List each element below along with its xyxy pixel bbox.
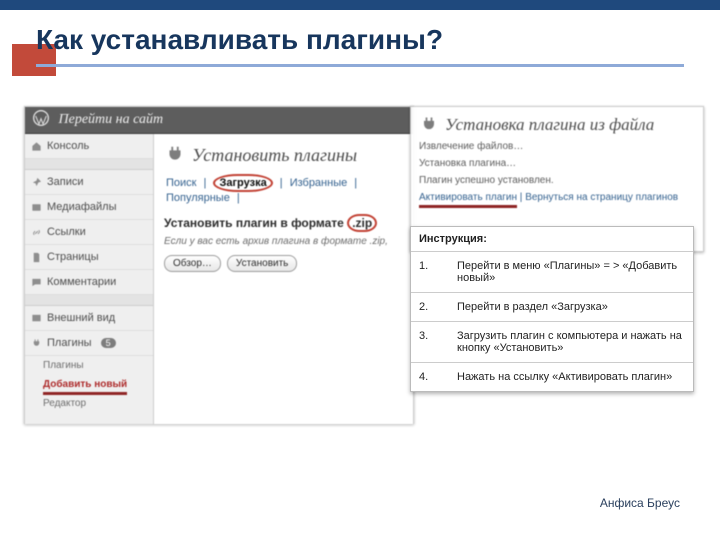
sidebar-label: Страницы: [47, 251, 99, 263]
subhead-text: Установить плагин в формате: [164, 216, 344, 230]
sidebar-item-media[interactable]: Медиафайлы: [25, 195, 153, 220]
instruction-row: 2.Перейти в раздел «Загрузка»: [411, 293, 693, 322]
step-text: Перейти в раздел «Загрузка»: [449, 293, 693, 322]
plugin-tabs: Поиск | Загрузка | Избранные | Популярны…: [164, 174, 403, 204]
sidebar-label: Медиафайлы: [47, 201, 116, 213]
link-icon: [31, 227, 42, 238]
heading-text: Установить плагины: [192, 145, 357, 166]
link-sep: |: [517, 192, 525, 203]
install-plugins-heading: Установить плагины: [164, 144, 403, 166]
tab-popular[interactable]: Популярные: [166, 192, 230, 204]
activate-plugin-link[interactable]: Активировать плагин: [419, 192, 517, 208]
upload-subheading: Установить плагин в формате .zip: [164, 214, 403, 232]
sidebar-separator: [25, 159, 153, 170]
post-install-links: Активировать плагин | Вернуться на стран…: [419, 192, 695, 203]
wp-sidebar: Консоль Записи Медиафайлы Ссылки Страниц…: [25, 134, 154, 424]
title-underline: [36, 64, 684, 67]
instruction-row: 4.Нажать на ссылку «Активировать плагин»: [411, 363, 693, 392]
status-line: Плагин успешно установлен.: [419, 175, 695, 186]
tab-featured[interactable]: Избранные: [290, 177, 348, 189]
instruction-box: Инструкция: 1.Перейти в меню «Плагины» =…: [410, 226, 694, 392]
sidebar-item-plugins[interactable]: Плагины 5: [25, 331, 153, 356]
slide-title: Как устанавливать плагины?: [36, 24, 443, 56]
step-text: Перейти в меню «Плагины» = > «Добавить н…: [449, 252, 693, 293]
sidebar-item-console[interactable]: Консоль: [25, 134, 153, 159]
wp-visit-site-link[interactable]: Перейти на сайт: [59, 112, 164, 127]
sidebar-sub-add-new[interactable]: Добавить новый: [25, 375, 153, 394]
screenshot-wp-admin: Перейти на сайт Консоль Записи Медиафайл…: [24, 106, 414, 424]
browse-button[interactable]: Обзор…: [164, 255, 221, 272]
step-text: Загрузить плагин с компьютера и нажать н…: [449, 322, 693, 363]
heading-text: Установка плагина из файла: [445, 115, 654, 135]
author-credit: Анфиса Бреус: [600, 496, 680, 510]
sidebar-sub-label: Добавить новый: [43, 379, 127, 395]
wordpress-icon: [33, 110, 49, 126]
plugins-count-badge: 5: [101, 338, 116, 348]
appearance-icon: [31, 313, 42, 324]
install-button[interactable]: Установить: [227, 255, 298, 272]
sidebar-sub-plugins[interactable]: Плагины: [25, 356, 153, 375]
instruction-heading: Инструкция:: [411, 227, 693, 252]
instruction-row: 1.Перейти в меню «Плагины» = > «Добавить…: [411, 252, 693, 293]
plug-icon: [31, 338, 42, 349]
sidebar-label: Комментарии: [47, 276, 116, 288]
status-line: Установка плагина…: [419, 158, 695, 169]
wp-topbar: Перейти на сайт: [25, 107, 413, 134]
sidebar-item-posts[interactable]: Записи: [25, 170, 153, 195]
media-icon: [31, 202, 42, 213]
status-line: Извлечение файлов…: [419, 141, 695, 152]
instruction-table: 1.Перейти в меню «Плагины» = > «Добавить…: [411, 252, 693, 391]
sidebar-label: Внешний вид: [47, 312, 115, 324]
slide: Как устанавливать плагины? Перейти на са…: [0, 0, 720, 540]
step-number: 2.: [411, 293, 449, 322]
pin-icon: [31, 177, 42, 188]
sidebar-item-pages[interactable]: Страницы: [25, 245, 153, 270]
sidebar-label: Плагины: [47, 337, 92, 349]
install-file-heading: Установка плагина из файла: [419, 115, 695, 135]
wp-main-panel: Установить плагины Поиск | Загрузка | Из…: [154, 134, 413, 424]
tab-upload[interactable]: Загрузка: [213, 174, 272, 192]
plug-icon: [164, 144, 186, 166]
tab-sep: |: [280, 177, 283, 189]
step-number: 4.: [411, 363, 449, 392]
tab-sep: |: [237, 192, 240, 204]
plug-icon: [419, 115, 439, 135]
sidebar-separator: [25, 295, 153, 306]
step-number: 3.: [411, 322, 449, 363]
sidebar-label: Ссылки: [47, 226, 86, 238]
comment-icon: [31, 277, 42, 288]
sidebar-item-appearance[interactable]: Внешний вид: [25, 306, 153, 331]
sidebar-sub-editor[interactable]: Редактор: [25, 394, 153, 413]
instruction-row: 3.Загрузить плагин с компьютера и нажать…: [411, 322, 693, 363]
zip-highlight: .zip: [347, 214, 377, 232]
step-text: Нажать на ссылку «Активировать плагин»: [449, 363, 693, 392]
sidebar-label: Консоль: [47, 140, 89, 152]
home-icon: [31, 141, 42, 152]
back-to-plugins-link[interactable]: Вернуться на страницу плагинов: [525, 192, 678, 203]
tab-sep: |: [204, 177, 207, 189]
tab-search[interactable]: Поиск: [166, 177, 196, 189]
page-icon: [31, 252, 42, 263]
sidebar-label: Записи: [47, 176, 84, 188]
upload-note: Если у вас есть архив плагина в формате …: [164, 236, 403, 247]
tab-sep: |: [354, 177, 357, 189]
step-number: 1.: [411, 252, 449, 293]
upload-controls: Обзор… Установить: [164, 255, 403, 272]
sidebar-item-links[interactable]: Ссылки: [25, 220, 153, 245]
sidebar-item-comments[interactable]: Комментарии: [25, 270, 153, 295]
